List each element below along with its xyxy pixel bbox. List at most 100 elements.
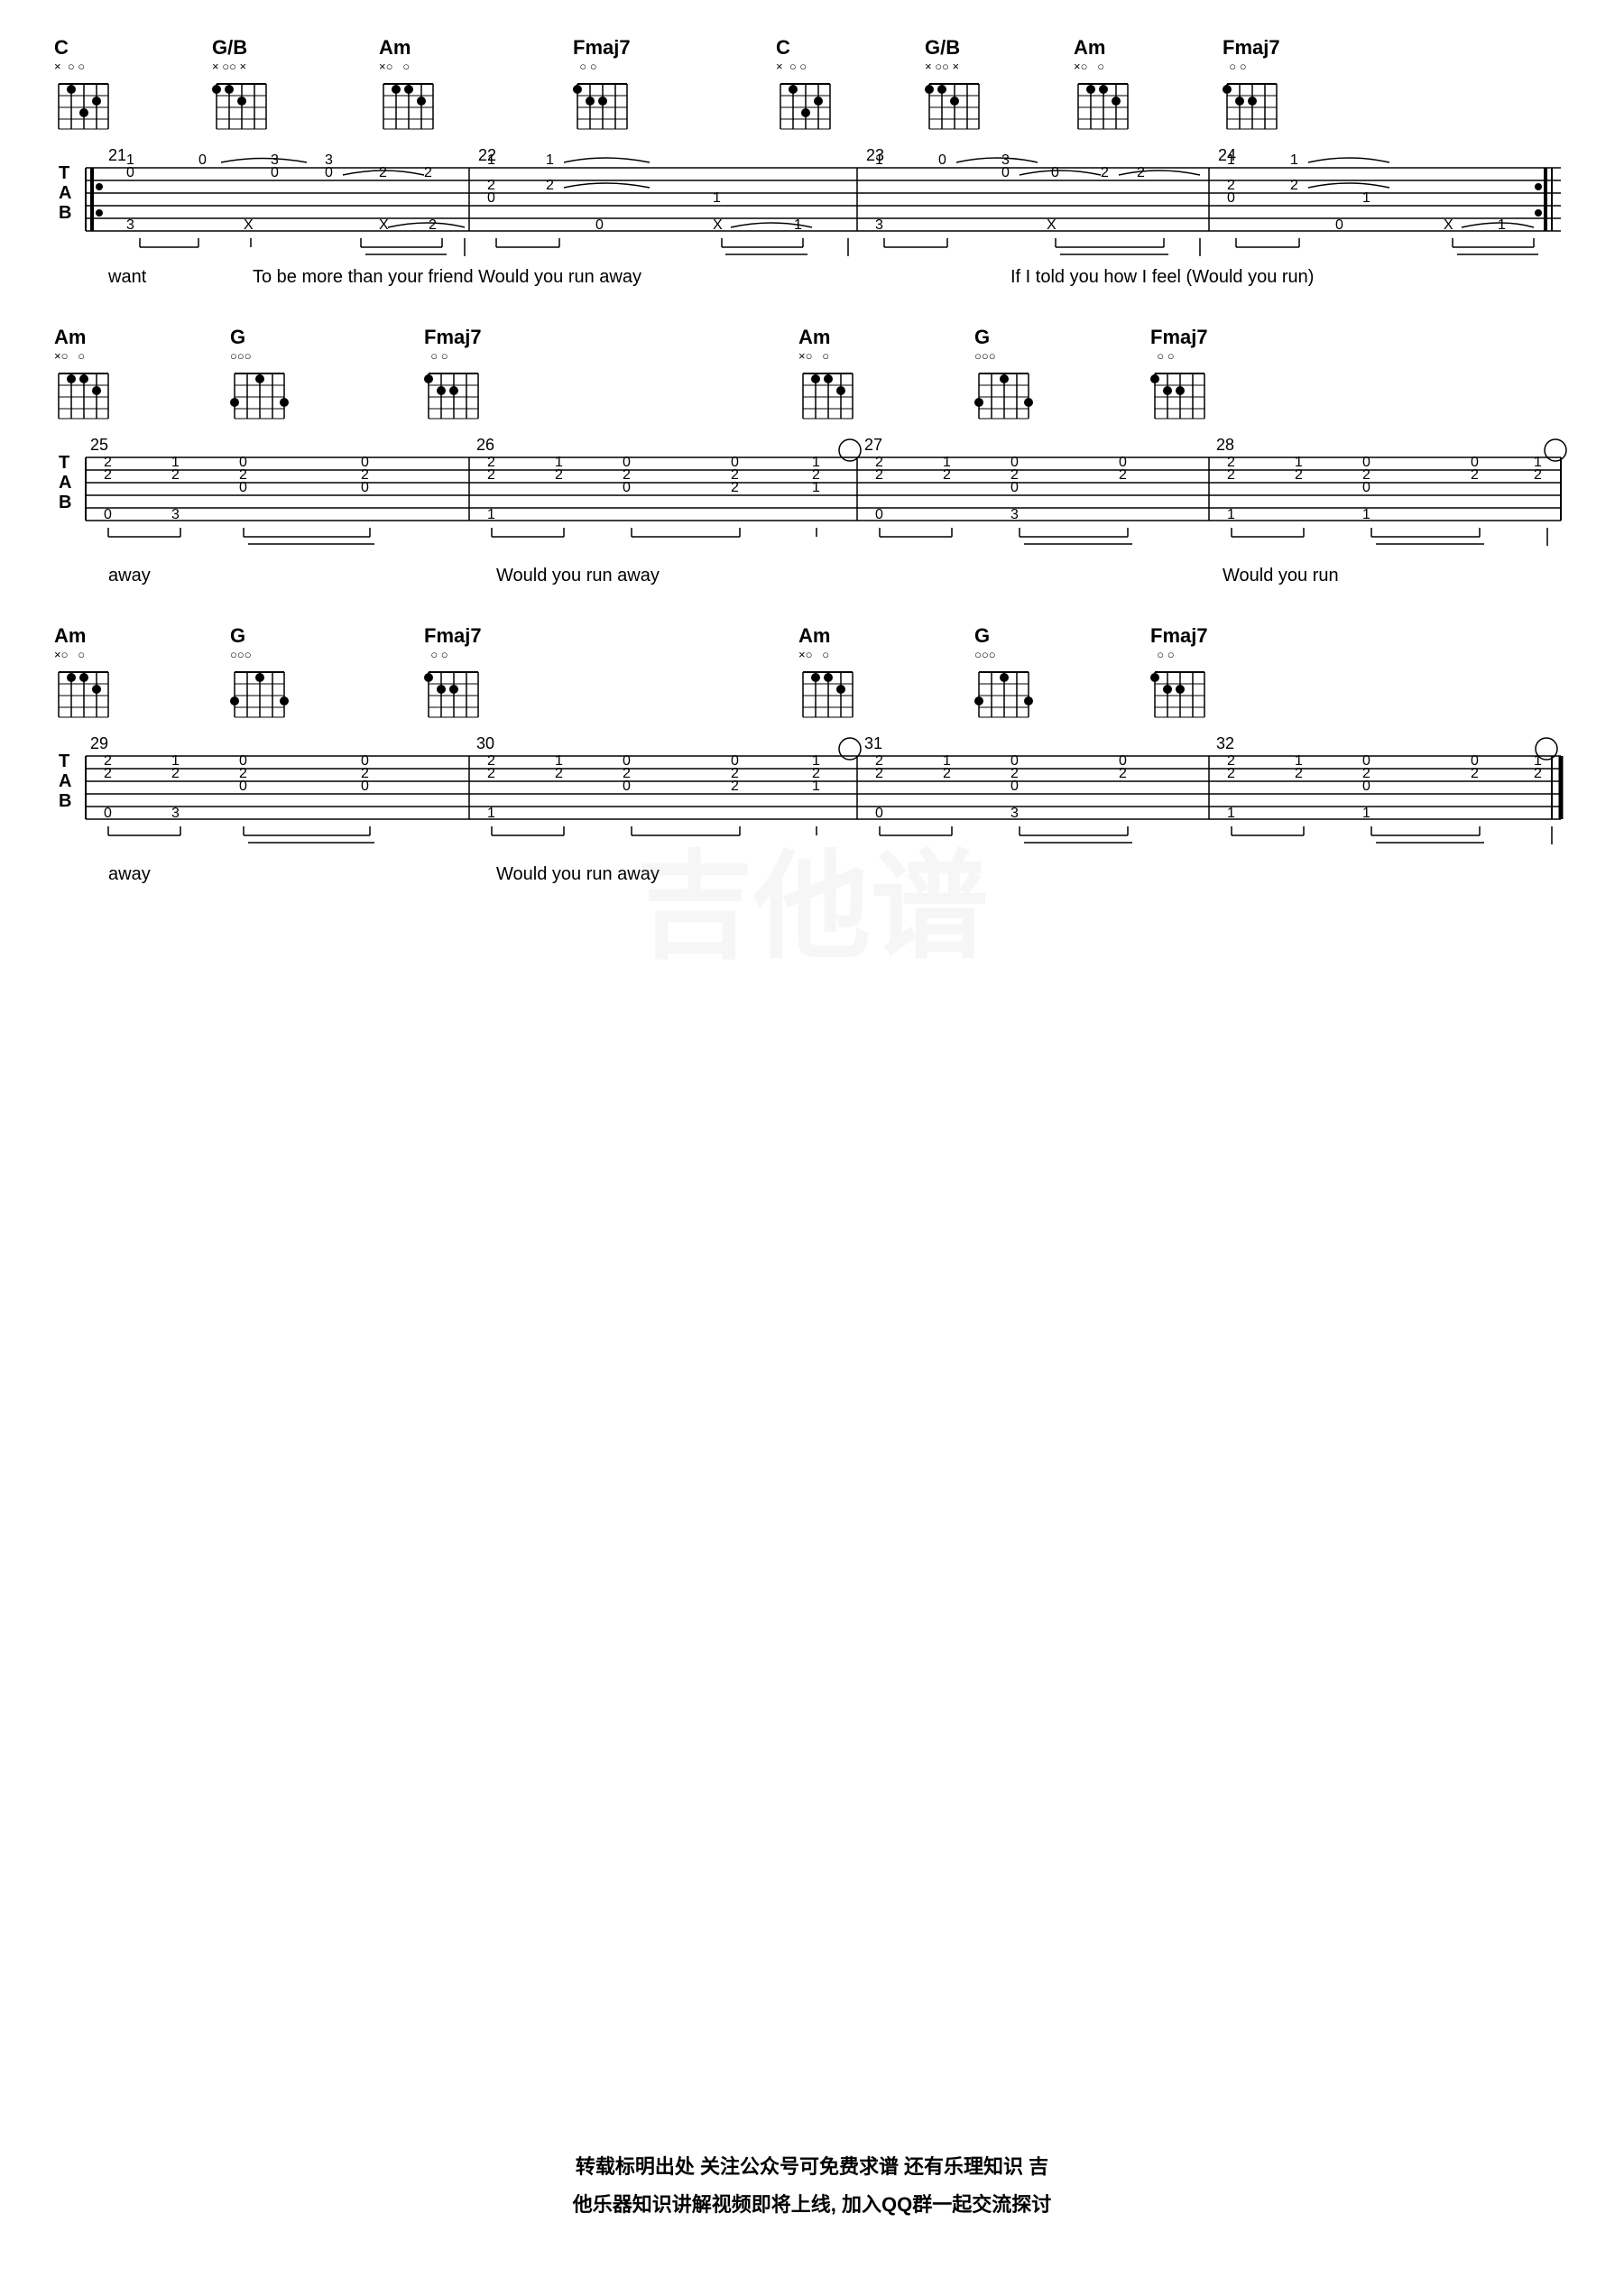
svg-text:0: 0 [126,165,134,180]
chord-name: G/B [212,36,247,60]
chord-fingering-marks: ×○ ○ [379,60,410,73]
chord-gb-2: G/B × ○○ × [925,36,983,134]
chord-c-2: C × ○ ○ [776,36,835,134]
svg-text:0: 0 [1051,165,1059,180]
chord-name: Am [379,36,411,60]
svg-text:0: 0 [271,165,279,180]
svg-text:A: A [59,473,71,493]
svg-text:B: B [59,493,71,512]
svg-text:2: 2 [239,766,247,781]
chord-g-r3b: G ○○○ [974,624,1033,722]
svg-text:1: 1 [1227,806,1235,821]
tab-svg-row2: T A B 25 26 27 28 [54,430,1570,557]
svg-text:21: 21 [108,146,126,164]
svg-text:31: 31 [864,734,882,752]
svg-text:X: X [379,217,389,233]
svg-text:3: 3 [171,806,180,821]
chord-am-2: Am ×○ ○ [1074,36,1132,134]
svg-text:1: 1 [794,217,802,233]
chord-fmaj7-r2b: Fmaj7 ○ ○ [1150,326,1209,423]
lyric-wouldyourunaway2: Would you run away [496,864,660,885]
chord-am-r2b: Am ×○ ○ [798,326,857,423]
chord-diagram-am2 [1074,75,1132,134]
svg-text:1: 1 [875,152,883,168]
footer: 转载标明出处 关注公众号可免费求谱 还有乐理知识 吉 他乐器知识讲解视频即将上线… [0,2148,1624,2224]
row-1: C × ○ ○ [54,36,1570,299]
svg-text:0: 0 [1227,190,1235,206]
svg-text:2: 2 [1534,467,1542,483]
chord-diagram-c [54,75,113,134]
svg-text:2: 2 [1101,165,1109,180]
svg-text:2: 2 [1010,467,1019,483]
tab-staff-row1: T A B [54,141,1570,263]
svg-text:2: 2 [1471,766,1479,781]
svg-text:2: 2 [1119,766,1127,781]
svg-text:29: 29 [90,734,108,752]
lyrics-row3: away Would you run away [54,864,1570,896]
chord-fingering-marks: × ○ ○ [776,60,807,73]
svg-text:26: 26 [476,436,494,454]
svg-text:1: 1 [1362,190,1370,206]
svg-text:2: 2 [943,766,951,781]
svg-text:B: B [59,203,71,223]
svg-text:1: 1 [487,507,495,522]
svg-text:X: X [1047,217,1057,233]
chord-fmaj7-2: Fmaj7 ○ ○ [1223,36,1281,134]
row-3: Am ×○ ○ [54,624,1570,896]
svg-text:2: 2 [1290,178,1298,193]
svg-text:1: 1 [1290,152,1298,168]
tab-svg-row3: T A B 29 30 3 [54,729,1570,855]
svg-text:2: 2 [487,766,495,781]
svg-text:1: 1 [546,152,554,168]
svg-text:2: 2 [1362,766,1370,781]
svg-text:2: 2 [1295,766,1303,781]
svg-text:2: 2 [1295,467,1303,483]
chord-am-r3b: Am ×○ ○ [798,624,857,722]
svg-text:1: 1 [1227,507,1235,522]
chord-fingering-marks: × ○○ × [212,60,246,73]
svg-text:30: 30 [476,734,494,752]
chord-diagram-fmaj7 [573,75,632,134]
chord-fingering-marks: ×○ ○ [1074,60,1104,73]
lyric-if: If I told you how I feel (Would you run) [1010,267,1314,288]
svg-text:2: 2 [875,766,883,781]
footer-line2: 他乐器知识讲解视频即将上线, 加入QQ群一起交流探讨 [0,2186,1624,2224]
svg-text:B: B [59,791,71,811]
chord-gb-1: G/B × ○○ × [212,36,271,134]
chord-fingering-marks: ○ ○ [573,60,597,73]
svg-text:2: 2 [171,766,180,781]
svg-text:2: 2 [1119,467,1127,483]
svg-text:2: 2 [104,467,112,483]
chord-am-1: Am ×○ ○ [379,36,438,134]
svg-text:1: 1 [487,152,495,168]
chord-fingering-marks: ○ ○ [1223,60,1247,73]
svg-text:2: 2 [104,766,112,781]
chord-am-r2: Am ×○ ○ [54,326,113,423]
svg-text:0: 0 [325,165,333,180]
chord-c-1: C × ○ ○ [54,36,113,134]
chord-diagram-gb2 [925,75,983,134]
chord-fmaj7-r2: Fmaj7 ○ ○ [424,326,483,423]
chord-diagram-am [379,75,438,134]
chord-name: C [776,36,790,60]
lyrics-row2: away Would you run away Would you run [54,566,1570,597]
svg-text:2: 2 [487,467,495,483]
svg-text:T: T [59,453,69,473]
svg-text:28: 28 [1216,436,1234,454]
svg-text:A: A [59,183,71,203]
svg-text:2: 2 [1471,467,1479,483]
chord-g-r2b: G ○○○ [974,326,1033,423]
svg-text:3: 3 [126,217,134,233]
svg-text:2: 2 [171,467,180,483]
footer-line1: 转载标明出处 关注公众号可免费求谱 还有乐理知识 吉 [0,2148,1624,2186]
row-2: Am ×○ ○ [54,326,1570,597]
svg-text:27: 27 [864,436,882,454]
lyric-away2: away [108,566,151,586]
svg-text:2: 2 [424,165,432,180]
chord-fmaj7-r3b: Fmaj7 ○ ○ [1150,624,1209,722]
svg-text:2: 2 [361,467,369,483]
page: C × ○ ○ [0,0,1624,2296]
svg-text:3: 3 [875,217,883,233]
svg-text:32: 32 [1216,734,1234,752]
chord-name: C [54,36,69,60]
